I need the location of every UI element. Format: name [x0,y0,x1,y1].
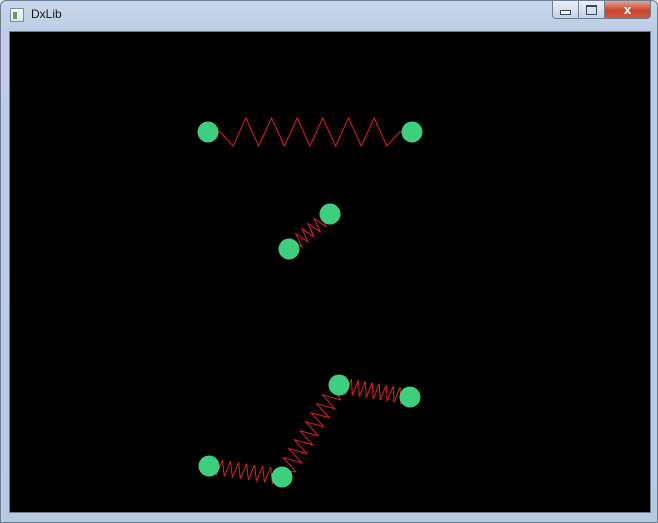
close-button[interactable]: x [605,1,651,19]
maximize-icon [586,4,597,15]
mass-1[interactable] [197,121,219,143]
mass-4[interactable] [278,238,300,260]
spring-4 [281,384,342,478]
window-controls: x [552,1,651,19]
minimize-icon [560,10,571,15]
maximize-button[interactable] [579,1,605,19]
mass-2[interactable] [401,121,423,143]
spring-3 [338,378,411,406]
spring-5 [208,459,283,485]
mass-7[interactable] [198,455,220,477]
window-title: DxLib [31,7,62,21]
mass-8[interactable] [271,466,293,488]
mass-3[interactable] [319,203,341,225]
close-icon: x [623,2,632,17]
mass-6[interactable] [399,386,421,408]
spring-scene [197,116,423,488]
render-canvas[interactable] [9,31,651,513]
mass-5[interactable] [328,374,350,396]
app-icon[interactable] [10,8,24,22]
spring-1 [208,116,412,148]
app-window: DxLib x [0,0,658,523]
minimize-button[interactable] [552,1,579,19]
title-bar[interactable]: DxLib x [1,1,657,31]
